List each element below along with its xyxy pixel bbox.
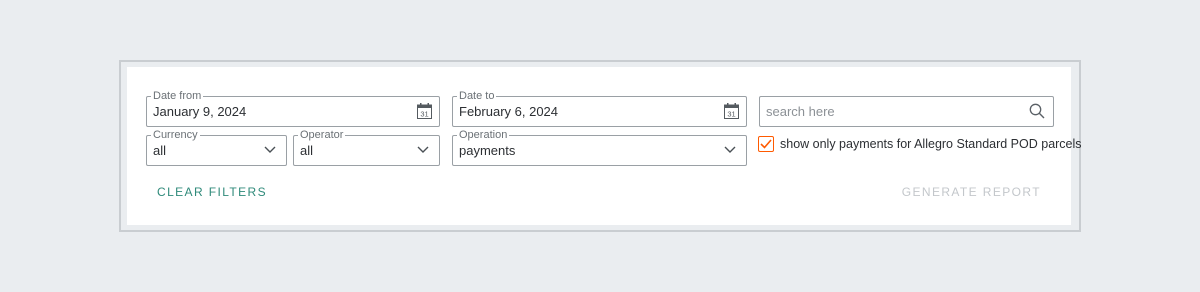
checkmark-icon [760,139,772,149]
filters-panel: Date from January 9, 2024 31 Date to Feb… [127,67,1082,225]
operation-label: Operation [457,128,510,142]
search-input[interactable]: search here [759,96,1054,127]
date-from-value: January 9, 2024 [153,104,247,119]
currency-value: all [153,143,167,158]
currency-label: Currency [151,128,200,142]
filters-frame: Date from January 9, 2024 31 Date to Feb… [119,60,1082,232]
currency-select[interactable]: Currency all [146,128,287,166]
chevron-down-icon [417,146,429,153]
allegro-pod-checkbox[interactable] [758,136,774,152]
date-to-field[interactable]: Date to February 6, 2024 31 [452,89,747,127]
chevron-down-icon [264,146,276,153]
generate-report-button[interactable]: GENERATE REPORT [902,185,1041,199]
search-icon[interactable] [1029,103,1045,119]
operator-value: all [300,143,314,158]
date-from-label: Date from [151,89,204,103]
date-to-label: Date to [457,89,497,103]
calendar-icon[interactable]: 31 [417,103,432,119]
allegro-pod-checkbox-label: show only payments for Allegro Standard … [780,137,1082,151]
operator-label: Operator [298,128,346,142]
operation-value: payments [459,143,516,158]
search-placeholder: search here [766,104,835,119]
operation-select[interactable]: Operation payments [452,128,747,166]
calendar-icon-day: 31 [727,110,735,119]
clear-filters-button[interactable]: CLEAR FILTERS [157,185,267,199]
chevron-down-icon [724,146,736,153]
calendar-icon-day: 31 [420,110,428,119]
date-from-field[interactable]: Date from January 9, 2024 31 [146,89,440,127]
calendar-icon[interactable]: 31 [724,103,739,119]
operator-select[interactable]: Operator all [293,128,440,166]
date-to-value: February 6, 2024 [459,104,559,119]
